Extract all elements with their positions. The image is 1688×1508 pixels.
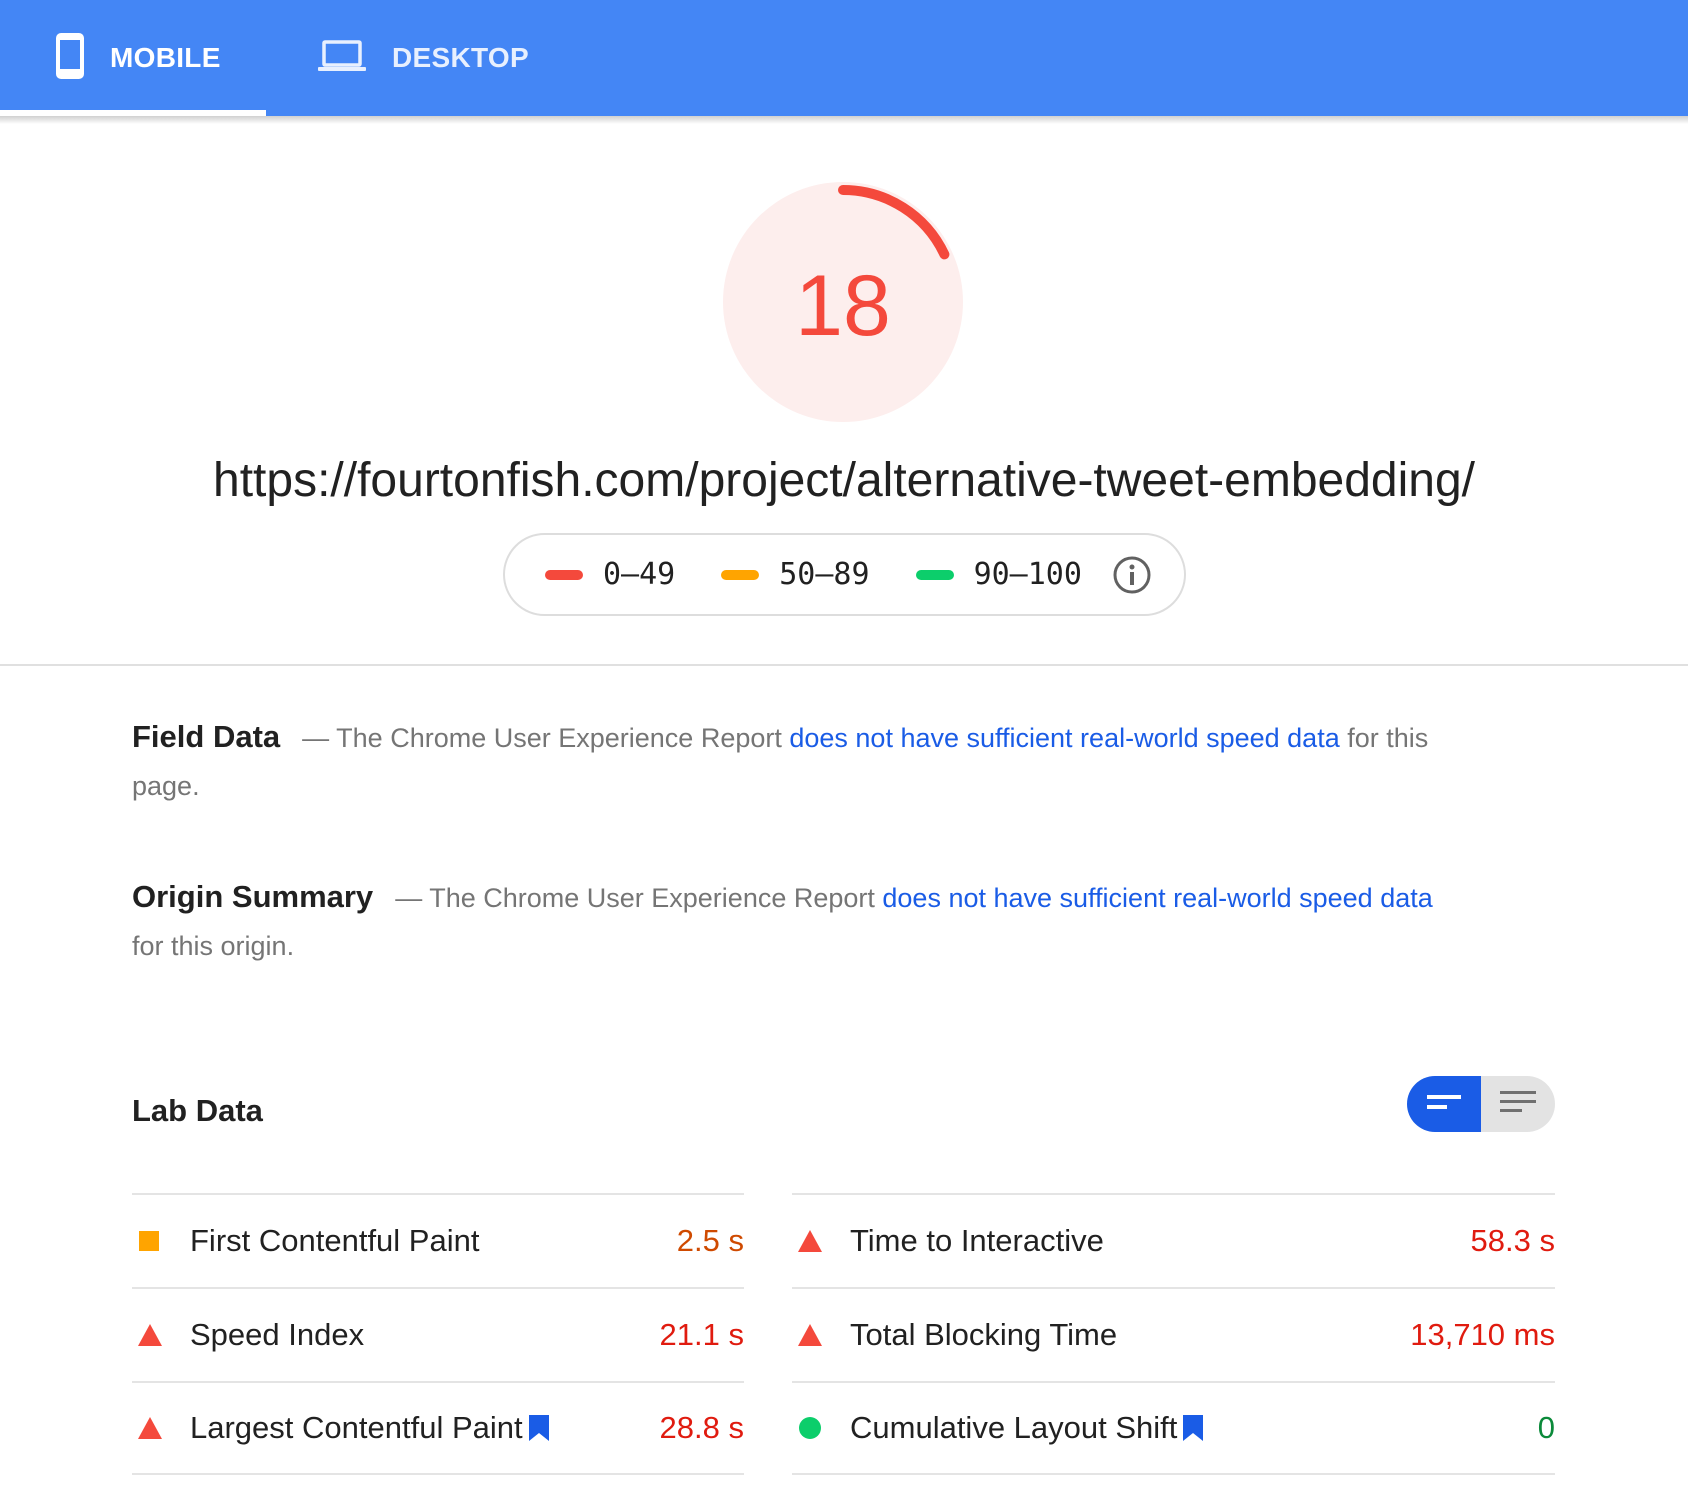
legend-swatch-fail xyxy=(545,569,583,580)
metric-name: Cumulative Layout Shift xyxy=(850,1410,1178,1445)
report-tabs-bar: MOBILE DESKTOP xyxy=(0,0,1688,116)
field-data-heading: Field Data xyxy=(132,719,281,754)
tab-mobile-label: MOBILE xyxy=(110,42,221,73)
origin-summary-link[interactable]: does not have sufficient real-world spee… xyxy=(882,883,1432,913)
metric-row-speed-index: Speed Index 21.1 s xyxy=(132,1287,744,1381)
origin-summary-section: Origin Summary — The Chrome User Experien… xyxy=(132,873,1452,970)
score-legend: 0–49 50–89 90–100 xyxy=(503,533,1186,616)
expanded-view-button[interactable] xyxy=(1481,1076,1555,1132)
lab-data-heading: Lab Data xyxy=(132,1093,263,1128)
legend-label-average: 50–89 xyxy=(779,557,870,592)
red-triangle-icon xyxy=(132,1417,190,1439)
metric-name: Largest Contentful Paint xyxy=(190,1410,523,1445)
performance-score-gauge: 18 xyxy=(719,178,967,426)
metric-value: 58.3 s xyxy=(1470,1223,1555,1258)
bookmark-icon xyxy=(1183,1415,1204,1441)
compact-view-icon xyxy=(1427,1092,1461,1117)
metric-name: Time to Interactive xyxy=(850,1223,1104,1258)
field-data-prefix: — The Chrome User Experience Report xyxy=(302,723,790,753)
metric-value: 21.1 s xyxy=(659,1317,744,1352)
legend-item-fail: 0–49 xyxy=(545,557,675,592)
metric-value: 0 xyxy=(1537,1410,1555,1445)
metric-value: 13,710 ms xyxy=(1410,1317,1555,1352)
metric-row-total-blocking-time: Total Blocking Time 13,710 ms xyxy=(792,1287,1555,1381)
lab-metrics-right: Time to Interactive 58.3 s Total Blockin… xyxy=(792,1193,1555,1475)
green-circle-icon xyxy=(792,1416,850,1440)
tab-mobile[interactable]: MOBILE xyxy=(56,0,221,116)
metric-name: First Contentful Paint xyxy=(190,1223,480,1258)
field-data-section: Field Data — The Chrome User Experience R… xyxy=(132,713,1452,810)
red-triangle-icon xyxy=(792,1324,850,1346)
expanded-view-icon xyxy=(1500,1090,1536,1119)
origin-summary-prefix: — The Chrome User Experience Report xyxy=(395,883,883,913)
tab-desktop[interactable]: DESKTOP xyxy=(318,0,529,116)
info-icon[interactable] xyxy=(1112,555,1152,595)
tab-desktop-label: DESKTOP xyxy=(392,42,529,73)
legend-label-pass: 90–100 xyxy=(973,557,1082,592)
metric-row-first-contentful-paint: First Contentful Paint 2.5 s xyxy=(132,1193,744,1287)
legend-swatch-pass xyxy=(915,569,954,580)
metric-row-largest-contentful-paint: Largest Contentful Paint 28.8 s xyxy=(132,1381,744,1475)
metric-value: 28.8 s xyxy=(659,1410,744,1445)
phone-icon xyxy=(56,32,84,84)
performance-score: 18 xyxy=(795,257,891,354)
section-divider xyxy=(0,664,1688,666)
bookmark-icon xyxy=(528,1415,549,1441)
legend-swatch-average xyxy=(721,569,760,580)
tested-url: https://fourtonfish.com/project/alternat… xyxy=(213,454,1475,507)
orange-square-icon xyxy=(132,1230,190,1252)
legend-label-fail: 0–49 xyxy=(603,557,676,592)
metric-name-wrap: Cumulative Layout Shift xyxy=(850,1410,1538,1446)
origin-summary-suffix: for this origin. xyxy=(132,931,295,961)
red-triangle-icon xyxy=(132,1324,190,1346)
legend-item-pass: 90–100 xyxy=(915,557,1082,592)
metric-name-wrap: Largest Contentful Paint xyxy=(190,1410,660,1446)
legend-item-average: 50–89 xyxy=(721,557,870,592)
metrics-view-toggle xyxy=(1407,1076,1555,1132)
origin-summary-heading: Origin Summary xyxy=(132,879,374,914)
metric-row-time-to-interactive: Time to Interactive 58.3 s xyxy=(792,1193,1555,1287)
laptop-icon xyxy=(318,39,366,78)
metric-value: 2.5 s xyxy=(676,1223,744,1258)
lab-metrics-left: First Contentful Paint 2.5 s Speed Index… xyxy=(132,1193,744,1475)
metric-row-cumulative-layout-shift: Cumulative Layout Shift 0 xyxy=(792,1381,1555,1475)
compact-view-button[interactable] xyxy=(1407,1076,1481,1132)
red-triangle-icon xyxy=(792,1230,850,1252)
field-data-link[interactable]: does not have sufficient real-world spee… xyxy=(789,723,1339,753)
metric-name: Total Blocking Time xyxy=(850,1317,1118,1352)
metric-name: Speed Index xyxy=(190,1317,365,1352)
